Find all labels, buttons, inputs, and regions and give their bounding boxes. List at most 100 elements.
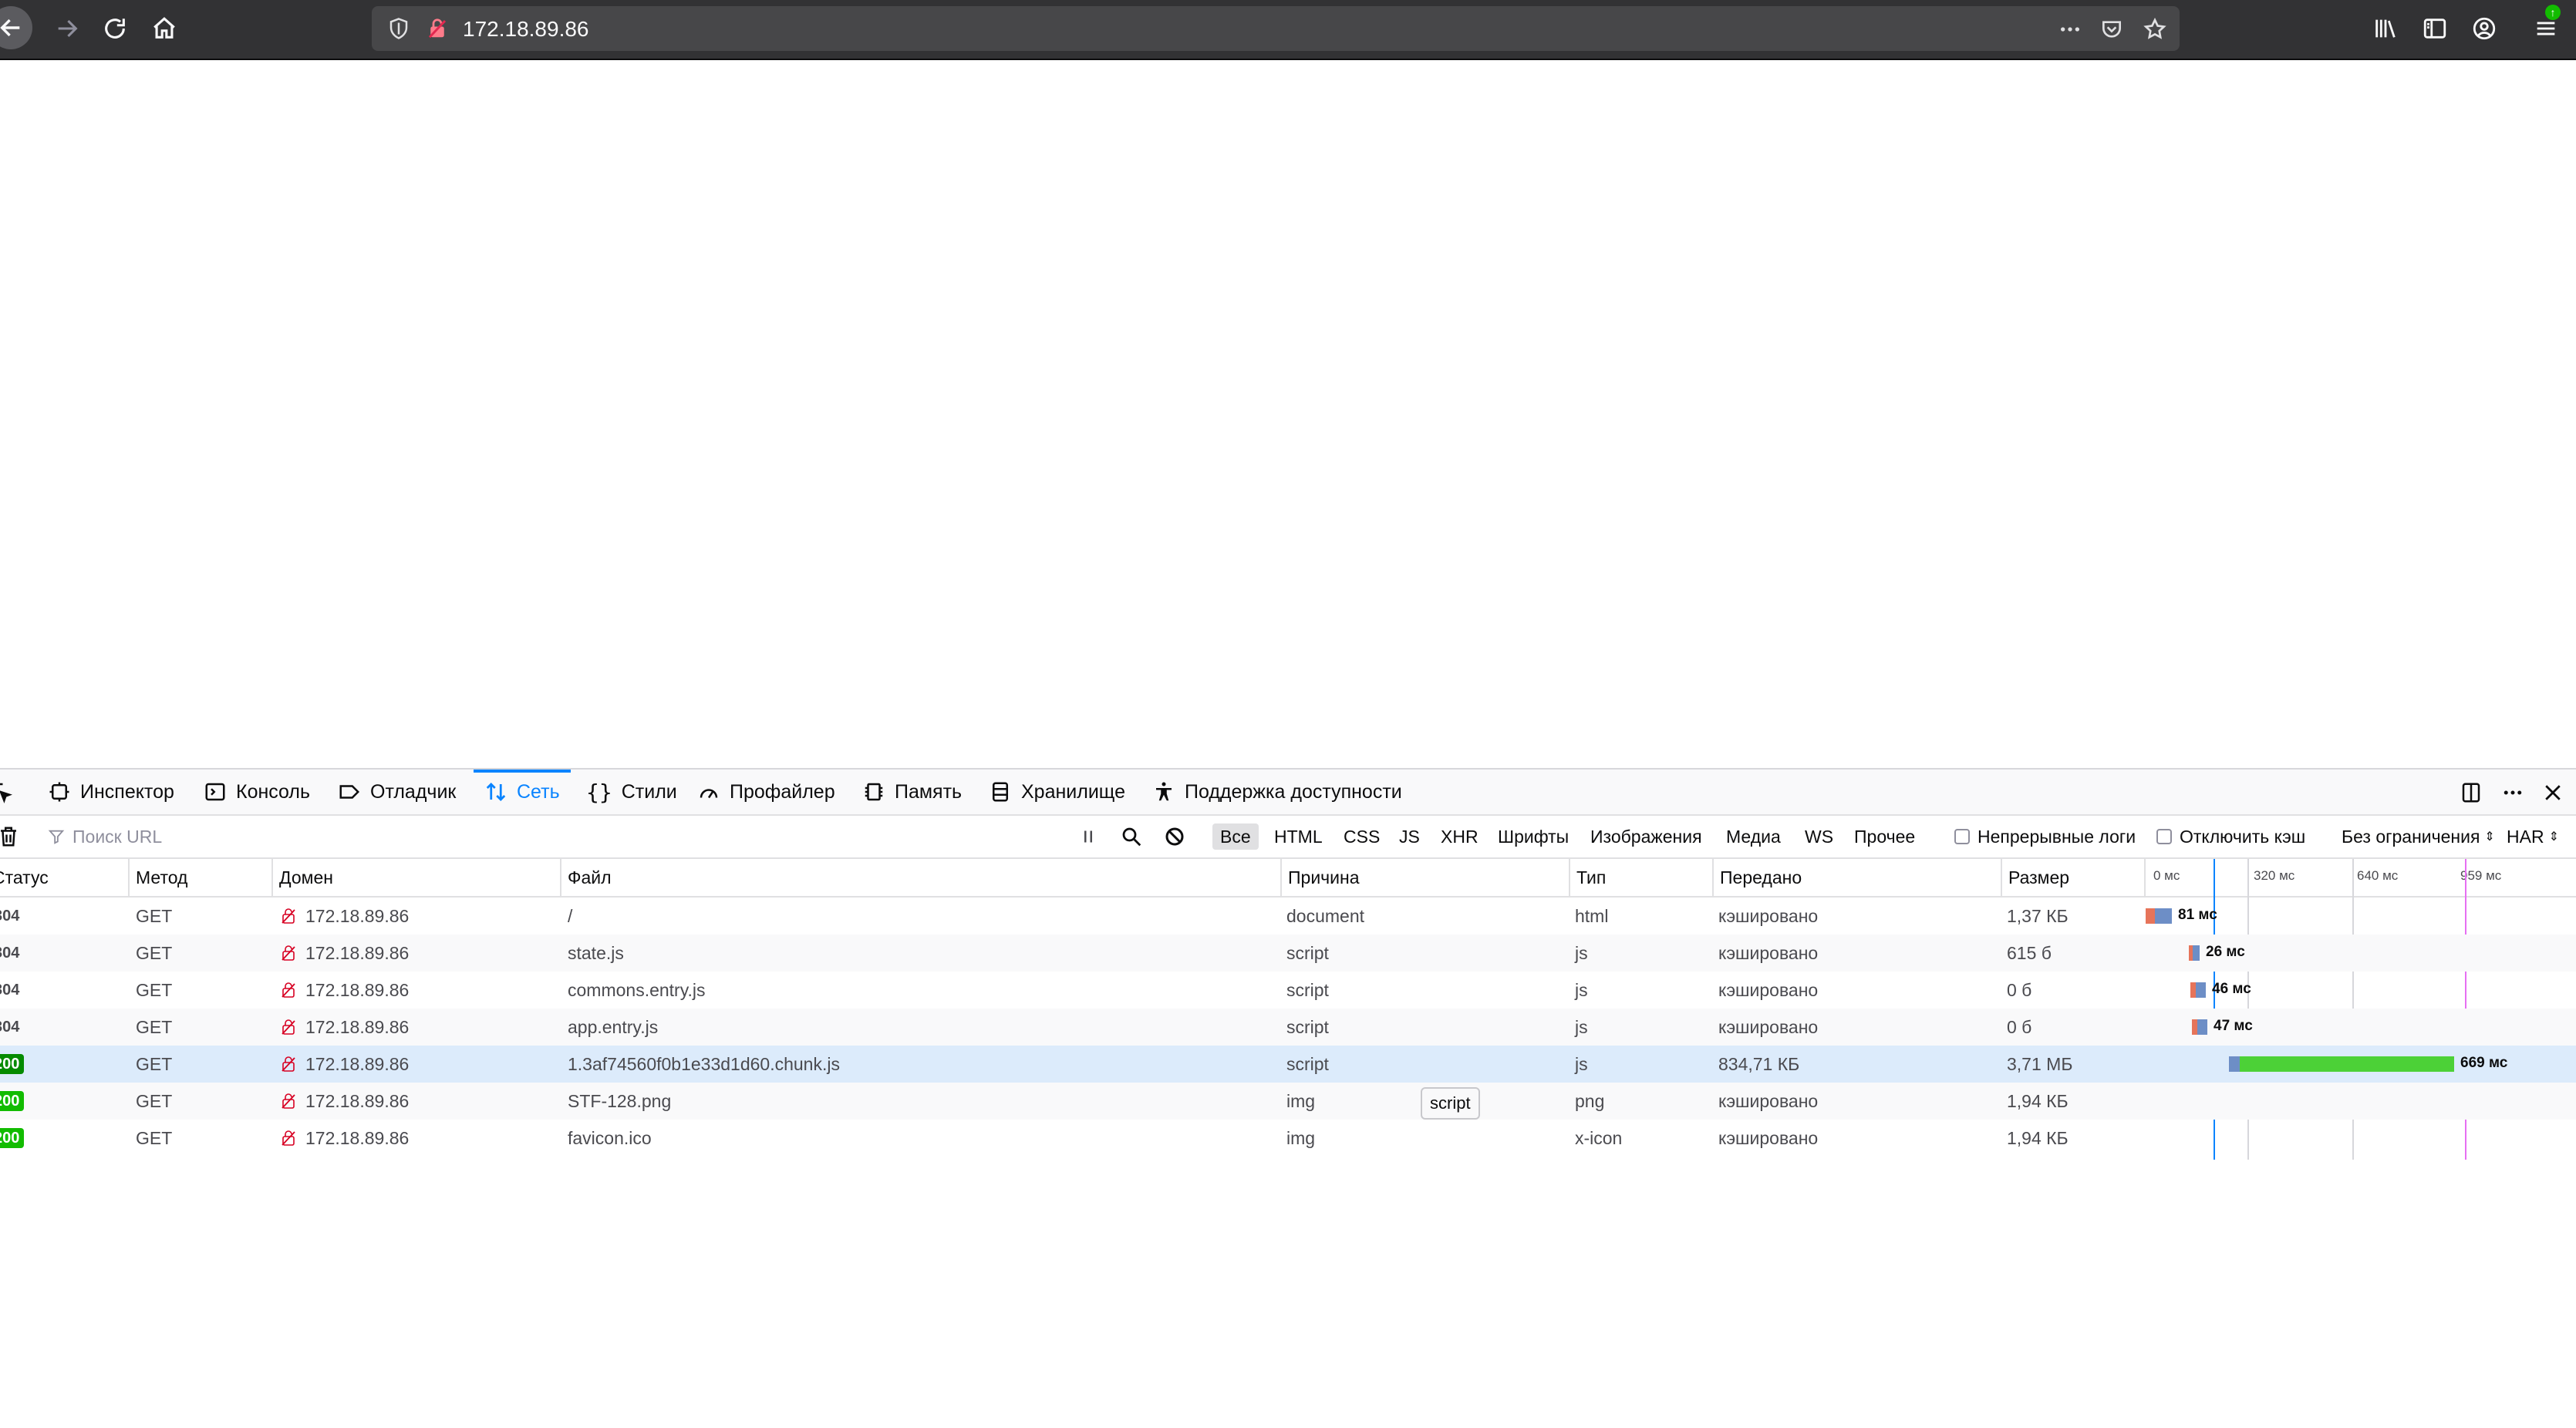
pause-button[interactable] (1077, 825, 1100, 848)
clear-button[interactable] (0, 825, 20, 848)
column-status-header[interactable]: Статус (0, 859, 130, 896)
column-method-header[interactable]: Метод (130, 859, 273, 896)
tab-memory[interactable]: Память (862, 770, 962, 814)
disable-cache-toggle[interactable]: Отключить кэш (2156, 823, 2305, 850)
search-button[interactable] (1120, 825, 1143, 848)
filter-type-all[interactable]: Все (1212, 823, 1259, 850)
insecure-lock-icon[interactable] (426, 17, 449, 40)
devtools-options-button[interactable] (2499, 779, 2527, 807)
column-type-header[interactable]: Тип (1570, 859, 1714, 896)
transferred-cell: кэшировано (1718, 1016, 1819, 1037)
disable-cache-checkbox[interactable] (2156, 829, 2172, 844)
dock-button[interactable] (2457, 779, 2485, 807)
filter-type-xhr[interactable]: XHR (1433, 823, 1486, 850)
status-cell: 304 (0, 935, 24, 972)
tab-console[interactable]: Консоль (204, 770, 310, 814)
bookmark-button[interactable] (2139, 14, 2170, 45)
domain-cell: 172.18.89.86 (279, 935, 409, 972)
filter-type-html[interactable]: HTML (1266, 823, 1330, 850)
timeline-tick: 320 мс (2254, 868, 2295, 883)
insecure-lock-icon (282, 908, 295, 924)
tab-debugger[interactable]: Отладчик (338, 770, 456, 814)
page-actions-button[interactable] (2055, 14, 2085, 45)
timeline-tick: 0 мс (2153, 868, 2180, 883)
filter-type-fonts[interactable]: Шрифты (1490, 823, 1576, 850)
column-label: Файл (568, 867, 612, 887)
table-row[interactable]: 304 GET 172.18.89.86 / document html кэширован… (0, 898, 2576, 935)
column-waterfall-header[interactable]: 0 мс 320 мс 640 мс 959 мс (2146, 859, 2576, 896)
column-cause-header[interactable]: Причина (1282, 859, 1570, 896)
requests-table-body: 304 GET 172.18.89.86 / document html кэширован… (0, 898, 2576, 1160)
table-row[interactable]: 304 GET 172.18.89.86 app.entry.js script js кэ… (0, 1009, 2576, 1046)
accessibility-icon (1156, 782, 1172, 801)
block-requests-button[interactable] (1163, 825, 1186, 848)
reload-button[interactable] (96, 9, 134, 48)
har-menu-button[interactable]: HAR ⇕ (2507, 823, 2559, 850)
close-devtools-button[interactable] (2539, 779, 2567, 807)
status-badge: 200 (0, 1128, 25, 1148)
method-cell: GET (136, 1090, 173, 1111)
table-row[interactable]: 304 GET 172.18.89.86 commons.entry.js script… (0, 972, 2576, 1009)
tab-profiler[interactable]: Профайлер (697, 770, 835, 814)
status-badge: 304 (0, 945, 20, 962)
style-editor-icon: {} (586, 779, 612, 805)
insecure-lock-icon (282, 1130, 295, 1146)
filter-type-images[interactable]: Изображения (1583, 823, 1710, 850)
throttling-select[interactable]: Без ограничения ⇕ (2342, 823, 2495, 850)
column-file-header[interactable]: Файл (561, 859, 1282, 896)
filter-type-ws[interactable]: WS (1797, 823, 1841, 850)
waterfall-bar (2192, 1019, 2197, 1035)
column-transferred-header[interactable]: Передано (1714, 859, 2002, 896)
url-filter-input[interactable]: Поиск URL (48, 822, 1066, 851)
tab-storage[interactable]: Хранилище (989, 770, 1125, 814)
insecure-lock-icon (282, 1019, 295, 1035)
more-horizontal-icon (2504, 790, 2522, 795)
tab-label: Хранилище (1021, 780, 1125, 803)
sidebar-button[interactable] (2416, 9, 2454, 48)
filter-type-media[interactable]: Медиа (1718, 823, 1789, 850)
domain-cell: 172.18.89.86 (279, 1009, 409, 1046)
cause-cell: script (1286, 1016, 1329, 1037)
url-text[interactable]: 172.18.89.86 (463, 17, 589, 42)
tab-style-editor[interactable]: {} Стили (586, 770, 677, 814)
filter-type-js[interactable]: JS (1391, 823, 1428, 850)
cause-cell: img (1286, 1127, 1316, 1148)
tab-accessibility[interactable]: Поддержка доступности (1152, 770, 1402, 814)
domain-text: 172.18.89.86 (305, 1016, 410, 1037)
pocket-button[interactable] (2096, 14, 2127, 45)
home-icon (153, 17, 175, 39)
url-bar[interactable]: 172.18.89.86 (372, 6, 2180, 51)
status-cell: 304 (0, 1009, 24, 1046)
account-button[interactable] (2465, 9, 2504, 48)
size-cell: 3,71 МБ (2007, 1053, 2073, 1074)
waterfall-bar (2146, 908, 2155, 924)
status-badge: 200 (0, 1054, 25, 1074)
home-button[interactable] (145, 9, 184, 48)
domain-cell: 172.18.89.86 (279, 1046, 409, 1083)
disable-cache-label: Отключить кэш (2180, 826, 2306, 847)
tab-label: Поддержка доступности (1185, 780, 1402, 803)
table-row[interactable]: 200 GET 172.18.89.86 STF-128.png img png кэшир… (0, 1083, 2576, 1120)
type-cell: js (1575, 942, 1588, 963)
tab-inspector[interactable]: Инспектор (48, 770, 174, 814)
forward-button[interactable] (48, 9, 86, 48)
persist-logs-checkbox[interactable] (1954, 829, 1970, 844)
back-button[interactable] (0, 6, 32, 49)
persist-logs-toggle[interactable]: Непрерывные логи (1954, 823, 2136, 850)
library-button[interactable] (2366, 9, 2405, 48)
filter-type-other[interactable]: Прочее (1846, 823, 1923, 850)
shield-icon[interactable] (387, 17, 410, 40)
column-domain-header[interactable]: Домен (273, 859, 561, 896)
column-size-header[interactable]: Размер (2002, 859, 2146, 896)
cause-cell: script (1286, 1053, 1329, 1074)
table-row[interactable]: 200 GET 172.18.89.86 1.3af74560f0b1e33d1d60… (0, 1046, 2576, 1083)
account-icon (2473, 17, 2496, 40)
element-picker-button[interactable] (0, 770, 12, 814)
waterfall-bar (2197, 1019, 2207, 1035)
table-row[interactable]: 304 GET 172.18.89.86 state.js script js кэширо… (0, 935, 2576, 972)
table-row[interactable]: 200 GET 172.18.89.86 favicon.ico img x-icon кэ… (0, 1120, 2576, 1157)
profiler-icon (700, 789, 718, 799)
tab-label: Отладчик (370, 780, 457, 803)
tab-network[interactable]: Сеть (474, 770, 571, 814)
filter-type-css[interactable]: CSS (1336, 823, 1387, 850)
